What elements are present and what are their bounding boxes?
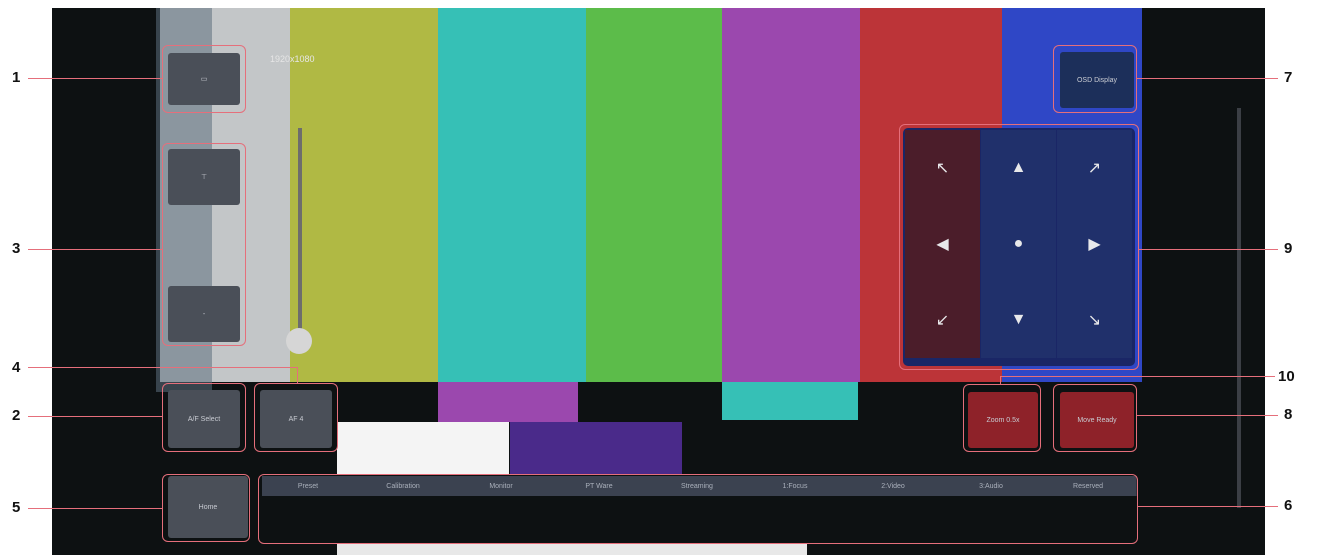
zoom-slider-track[interactable] — [298, 128, 302, 348]
bar-cyan — [438, 8, 586, 382]
callout-line-9 — [1139, 249, 1278, 250]
right-scrollbar[interactable] — [1237, 108, 1241, 508]
callout-line-10 — [1000, 376, 1275, 377]
frame-8 — [1053, 384, 1137, 452]
bar-magenta — [722, 8, 860, 382]
frame-7 — [1053, 45, 1137, 113]
frame-5 — [162, 474, 250, 542]
zoom-slider-knob[interactable] — [286, 328, 312, 354]
callout-line-4-v — [297, 367, 298, 383]
callout-7: 7 — [1284, 69, 1293, 86]
frame-3 — [162, 143, 246, 346]
callout-1: 1 — [12, 69, 21, 86]
callout-5: 5 — [12, 499, 21, 516]
frame-10 — [963, 384, 1041, 452]
bar-lower-purple — [510, 422, 682, 474]
frame-2 — [162, 383, 246, 452]
bar-bottom-white — [337, 544, 807, 555]
frame-9 — [899, 124, 1139, 370]
callout-line-10-v — [1000, 376, 1001, 384]
callout-9: 9 — [1284, 240, 1293, 257]
callout-line-4 — [28, 367, 298, 368]
callout-line-2 — [28, 416, 162, 417]
callout-6: 6 — [1284, 497, 1293, 514]
callout-line-3 — [28, 249, 162, 250]
overlay-text: 1920x1080 — [270, 54, 315, 64]
frame-1 — [162, 45, 246, 113]
callout-10: 10 — [1278, 368, 1295, 385]
bar-lower-cyan — [722, 382, 858, 420]
callout-4: 4 — [12, 359, 21, 376]
callout-3: 3 — [12, 240, 21, 257]
bar-green — [586, 8, 722, 382]
callout-2: 2 — [12, 407, 21, 424]
callout-line-7 — [1137, 78, 1278, 79]
frame-6 — [258, 474, 1138, 544]
callout-line-6 — [1138, 506, 1278, 507]
callout-line-5 — [28, 508, 162, 509]
callout-line-8 — [1137, 415, 1278, 416]
bar-lower-magenta — [438, 382, 578, 422]
frame-4 — [254, 383, 338, 452]
callout-line-1 — [28, 78, 162, 79]
bar-yellow — [290, 8, 438, 382]
bar-lower-white — [337, 422, 509, 474]
callout-8: 8 — [1284, 406, 1293, 423]
